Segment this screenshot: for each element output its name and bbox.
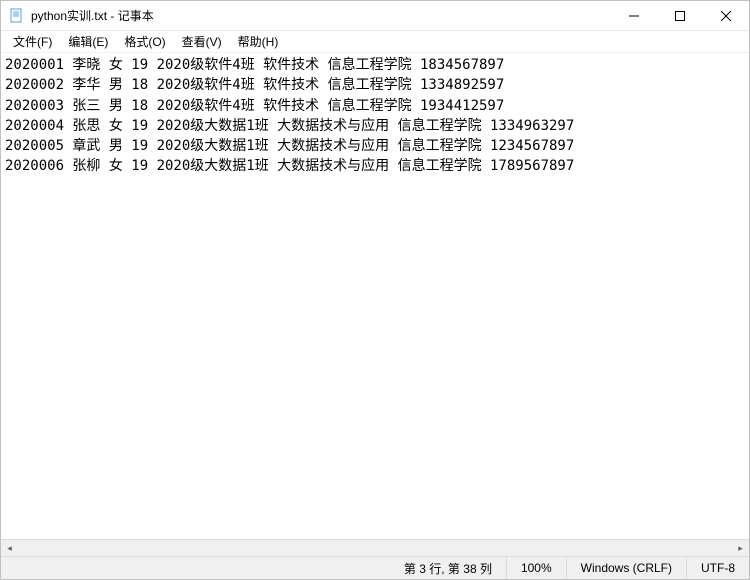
menu-help[interactable]: 帮助(H)	[230, 31, 287, 52]
maximize-button[interactable]	[657, 1, 703, 30]
window-controls	[611, 1, 749, 30]
status-zoom: 100%	[506, 557, 566, 579]
scroll-left-icon[interactable]: ◂	[1, 540, 18, 557]
notepad-icon	[9, 8, 25, 24]
window-title: python实训.txt - 记事本	[31, 7, 611, 24]
menu-view[interactable]: 查看(V)	[174, 31, 230, 52]
horizontal-scrollbar[interactable]: ◂ ▸	[1, 539, 749, 556]
status-encoding: UTF-8	[686, 557, 749, 579]
minimize-button[interactable]	[611, 1, 657, 30]
menubar: 文件(F) 编辑(E) 格式(O) 查看(V) 帮助(H)	[1, 31, 749, 53]
menu-format[interactable]: 格式(O)	[116, 31, 173, 52]
status-position: 第 3 行, 第 38 列	[390, 557, 506, 579]
menu-edit[interactable]: 编辑(E)	[60, 31, 116, 52]
status-line-ending: Windows (CRLF)	[566, 557, 686, 579]
text-area[interactable]: 2020001 李晓 女 19 2020级软件4班 软件技术 信息工程学院 18…	[1, 53, 749, 539]
close-button[interactable]	[703, 1, 749, 30]
scroll-right-icon[interactable]: ▸	[732, 540, 749, 557]
menu-file[interactable]: 文件(F)	[5, 31, 60, 52]
scroll-track[interactable]	[18, 540, 732, 556]
titlebar: python实训.txt - 记事本	[1, 1, 749, 31]
statusbar: 第 3 行, 第 38 列 100% Windows (CRLF) UTF-8	[1, 556, 749, 579]
